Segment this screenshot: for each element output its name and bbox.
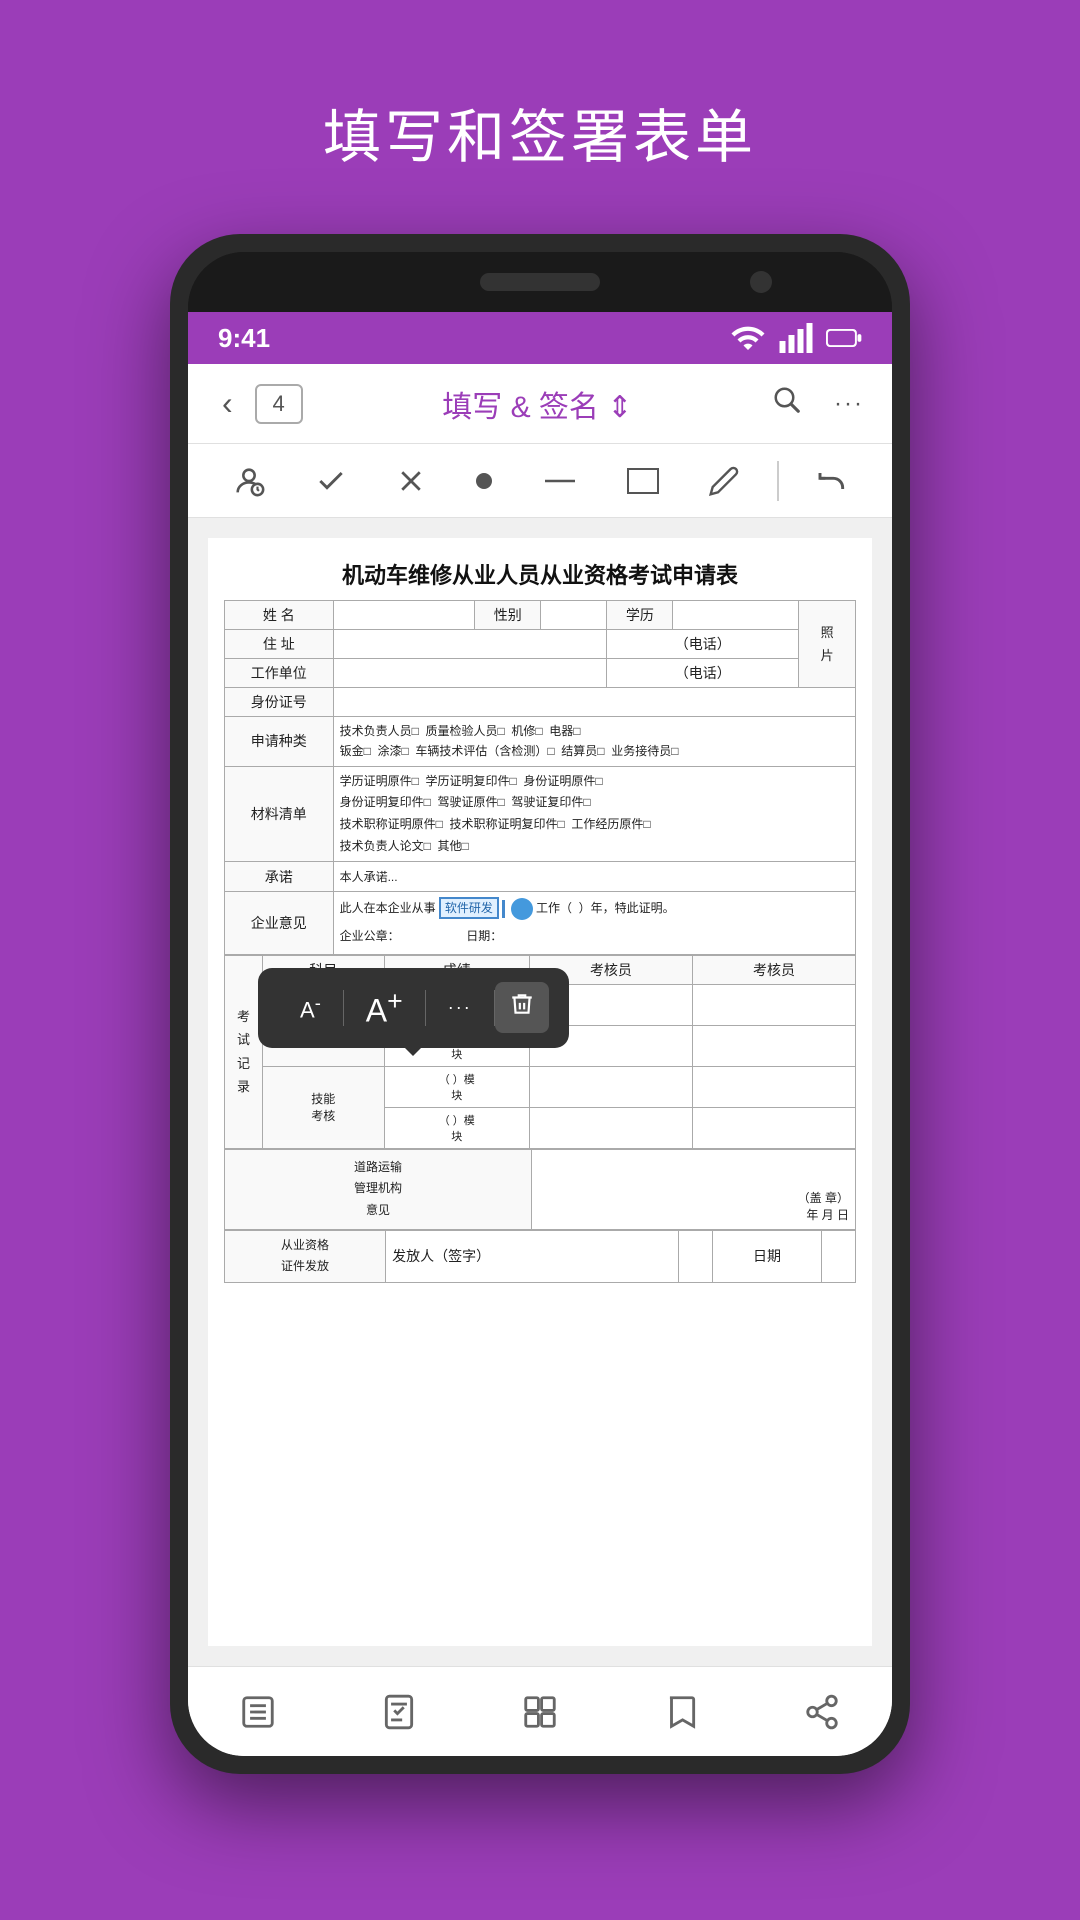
highlighted-text[interactable]: 软件研发 [439, 897, 499, 919]
delete-text-button[interactable] [495, 982, 549, 1033]
status-time: 9:41 [218, 323, 270, 354]
nav-title: 填写 & 签名 ⇕ [311, 382, 764, 426]
nav-bar: ‹ 4 填写 & 签名 ⇕ ··· [188, 364, 892, 444]
page-indicator[interactable]: 4 [255, 384, 303, 424]
document-title: 机动车维修从业人员从业资格考试申请表 [224, 558, 856, 590]
user-settings-icon[interactable] [220, 456, 278, 506]
status-bar: 9:41 [188, 312, 892, 364]
grid-tab[interactable] [501, 1683, 579, 1741]
text-format-popup[interactable]: A- A+ ··· [258, 968, 569, 1048]
line-icon[interactable] [531, 467, 589, 495]
search-button[interactable] [764, 377, 810, 431]
decrease-font-button[interactable]: A- [278, 984, 343, 1031]
list-tab[interactable] [219, 1683, 297, 1741]
share-tab[interactable] [783, 1683, 861, 1741]
document-tab[interactable] [360, 1683, 438, 1741]
bookmark-tab[interactable] [642, 1683, 720, 1741]
page-title: 填写和签署表单 [323, 90, 757, 174]
status-icons [730, 320, 862, 356]
more-button[interactable]: ··· [826, 382, 872, 426]
close-icon[interactable] [384, 458, 438, 504]
toolbar [188, 444, 892, 518]
doc-area: 机动车维修从业人员从业资格考试申请表 姓 名 性别 学历 照片 [188, 518, 892, 1666]
phone-shell: 9:41 [170, 234, 910, 1774]
back-button[interactable]: ‹ [208, 375, 247, 432]
more-options-button[interactable]: ··· [426, 989, 494, 1026]
rect-icon[interactable] [614, 459, 672, 503]
dot-icon[interactable] [462, 463, 506, 499]
bottom-tab-bar [188, 1666, 892, 1756]
increase-font-button[interactable]: A+ [344, 978, 425, 1038]
check-icon[interactable] [303, 457, 359, 505]
pen-icon[interactable] [696, 457, 752, 505]
document: 机动车维修从业人员从业资格考试申请表 姓 名 性别 学历 照片 [208, 538, 872, 1646]
undo-icon[interactable] [804, 457, 860, 505]
